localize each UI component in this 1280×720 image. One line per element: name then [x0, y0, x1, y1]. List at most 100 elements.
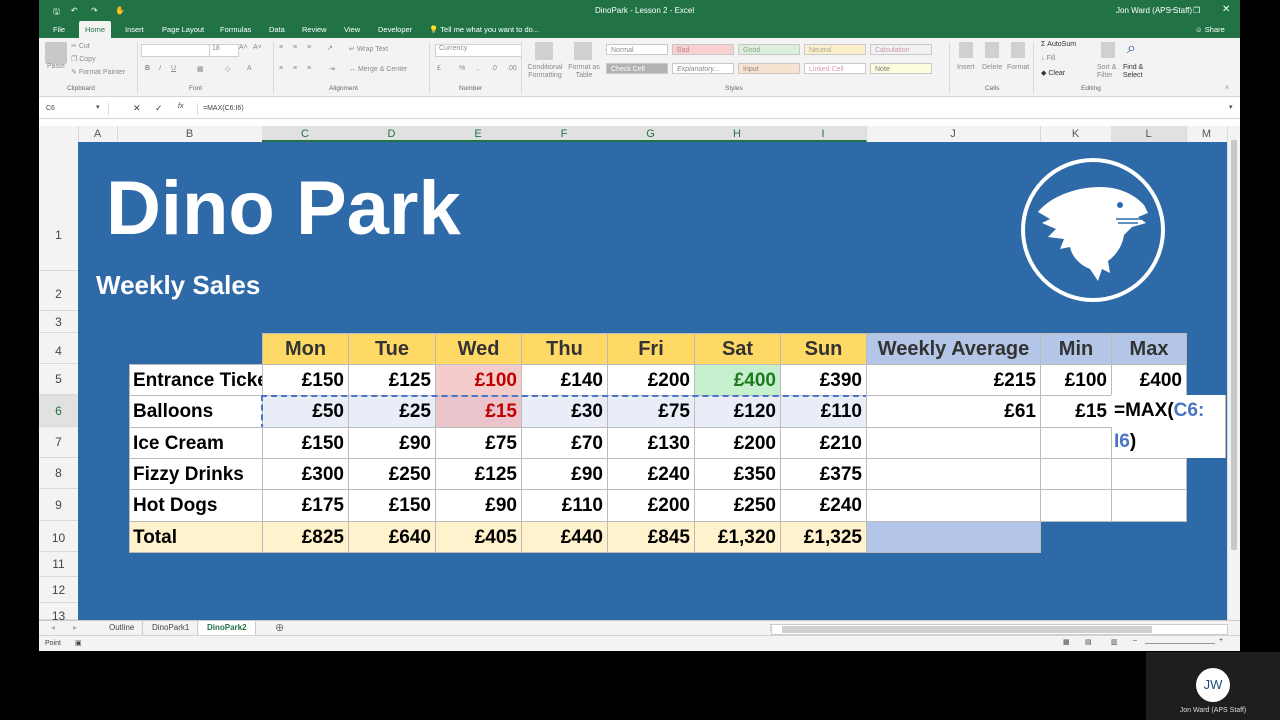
sales-cell[interactable]: £90 [348, 427, 436, 459]
normal-view-icon[interactable]: ▦ [1063, 638, 1070, 646]
column-header[interactable]: G [607, 126, 695, 142]
format-as-table-icon[interactable] [574, 42, 592, 60]
page-layout-view-icon[interactable]: ▤ [1085, 638, 1092, 646]
cancel-icon[interactable]: ✕ [133, 103, 141, 114]
tab-home[interactable]: Home [79, 21, 112, 38]
sales-cell[interactable]: £240 [607, 458, 695, 490]
row-header[interactable]: 7 [39, 427, 78, 458]
tab-formulas[interactable]: Formulas [214, 21, 257, 38]
copy-button[interactable]: ❐ Copy [71, 55, 96, 63]
sales-cell[interactable]: £200 [607, 364, 695, 396]
align-top-icon[interactable]: ≡ [279, 44, 283, 51]
redo-icon[interactable]: ↷ [91, 6, 98, 15]
column-header[interactable]: B [117, 126, 263, 142]
indent-icon[interactable]: ⇥ [329, 65, 335, 73]
merge-center-button[interactable]: ↔ Merge & Center [349, 66, 407, 73]
min-cell[interactable]: £15 [1040, 395, 1112, 428]
sales-cell[interactable]: £70 [521, 427, 608, 459]
new-sheet-icon[interactable]: ⊕ [275, 621, 284, 634]
row-header[interactable]: 1 [39, 142, 78, 271]
zoom-out-icon[interactable]: – [1133, 637, 1137, 644]
italic-icon[interactable]: I [159, 65, 161, 72]
average-cell[interactable] [866, 427, 1041, 459]
total-cell[interactable]: £845 [607, 521, 695, 553]
max-cell[interactable]: £400 [1111, 364, 1187, 396]
column-header[interactable]: D [348, 126, 436, 142]
formula-edit-cell[interactable]: =MAX(C6: I6) [1111, 395, 1226, 458]
tab-insert[interactable]: Insert [119, 21, 150, 38]
sales-cell-max[interactable]: £400 [694, 364, 781, 396]
sales-cell[interactable]: £150 [262, 427, 349, 459]
column-header[interactable]: M [1186, 126, 1228, 142]
column-header[interactable]: H [694, 126, 781, 142]
sales-cell[interactable]: £150 [348, 489, 436, 522]
sales-cell[interactable]: £240 [780, 489, 867, 522]
sort-filter-button[interactable]: Sort & Filter [1097, 64, 1121, 80]
fill-button[interactable]: ↓ Fill [1041, 55, 1055, 62]
column-header[interactable]: E [435, 126, 522, 142]
sheet-subtitle[interactable]: Weekly Sales [96, 270, 260, 301]
row-header[interactable]: 4 [39, 333, 78, 364]
sales-cell[interactable]: £300 [262, 458, 349, 490]
sales-cell[interactable]: £110 [521, 489, 608, 522]
sales-cell[interactable]: £140 [521, 364, 608, 396]
average-cell[interactable]: £215 [866, 364, 1041, 396]
sales-cell[interactable]: £90 [435, 489, 522, 522]
zoom-slider[interactable] [1145, 643, 1215, 644]
share-button[interactable]: ☺ Share [1189, 21, 1231, 38]
style-neutral[interactable]: Neutral [804, 44, 866, 55]
formula-input[interactable]: =MAX(C6:I6) [197, 103, 1233, 115]
row-header[interactable]: 10 [39, 521, 78, 552]
sales-cell[interactable]: £200 [694, 427, 781, 459]
sales-cell[interactable]: £75 [435, 427, 522, 459]
row-label[interactable]: Balloons [129, 395, 263, 428]
horizontal-scroll-thumb[interactable] [782, 626, 1152, 633]
tab-page-layout[interactable]: Page Layout [156, 21, 210, 38]
borders-icon[interactable]: ▦ [197, 65, 204, 73]
align-right-icon[interactable]: ≡ [307, 65, 311, 72]
paste-button[interactable]: Paste [47, 63, 65, 70]
row-label[interactable]: Entrance Ticket [129, 364, 274, 396]
day-header[interactable]: Wed [435, 333, 522, 365]
total-cell[interactable]: £640 [348, 521, 436, 553]
style-explanatory[interactable]: Explanatory... [672, 63, 734, 74]
sales-cell-min[interactable]: £100 [435, 364, 522, 396]
sheet-tab-outline[interactable]: Outline [101, 621, 144, 635]
select-all-corner[interactable] [39, 126, 79, 142]
scroll-tabs-right-icon[interactable]: ▸ [73, 623, 77, 632]
column-header[interactable]: F [521, 126, 608, 142]
save-icon[interactable]: 🖫 [53, 6, 60, 20]
weekly-average-header[interactable]: Weekly Average [866, 333, 1041, 365]
sales-cell[interactable]: £120 [694, 395, 781, 428]
style-input[interactable]: Input [738, 63, 800, 74]
sales-cell-min[interactable]: £15 [435, 395, 522, 428]
paste-icon[interactable] [45, 42, 67, 64]
zoom-in-icon[interactable]: + [1219, 637, 1223, 644]
undo-icon[interactable]: ↶ [71, 6, 78, 15]
align-left-icon[interactable]: ≡ [279, 65, 283, 72]
delete-cells-icon[interactable] [985, 42, 999, 58]
column-header[interactable]: J [866, 126, 1041, 142]
row-header[interactable]: 5 [39, 364, 78, 395]
touch-mode-icon[interactable]: ✋ [115, 6, 125, 15]
style-bad[interactable]: Bad [672, 44, 734, 55]
column-header[interactable]: L [1111, 126, 1187, 142]
clear-button[interactable]: ◆ Clear [1041, 69, 1065, 77]
sales-cell[interactable]: £175 [262, 489, 349, 522]
row-label[interactable]: Hot Dogs [129, 489, 263, 522]
delete-cells-button[interactable]: Delete [982, 64, 1002, 71]
row-header[interactable]: 6 [39, 395, 78, 427]
expand-formula-icon[interactable]: ▾ [1229, 103, 1233, 111]
sales-cell[interactable]: £150 [262, 364, 349, 396]
fill-color-icon[interactable]: ◇ [225, 65, 230, 73]
font-color-icon[interactable]: A [247, 65, 252, 72]
sales-cell[interactable]: £110 [780, 395, 867, 428]
tab-developer[interactable]: Developer [372, 21, 418, 38]
collapse-ribbon-icon[interactable]: ˄ [1225, 85, 1229, 92]
sales-cell[interactable]: £250 [348, 458, 436, 490]
sales-cell[interactable]: £390 [780, 364, 867, 396]
sales-cell[interactable]: £90 [521, 458, 608, 490]
insert-cells-icon[interactable] [959, 42, 973, 58]
sales-cell[interactable]: £75 [607, 395, 695, 428]
align-middle-icon[interactable]: ≡ [293, 44, 297, 51]
